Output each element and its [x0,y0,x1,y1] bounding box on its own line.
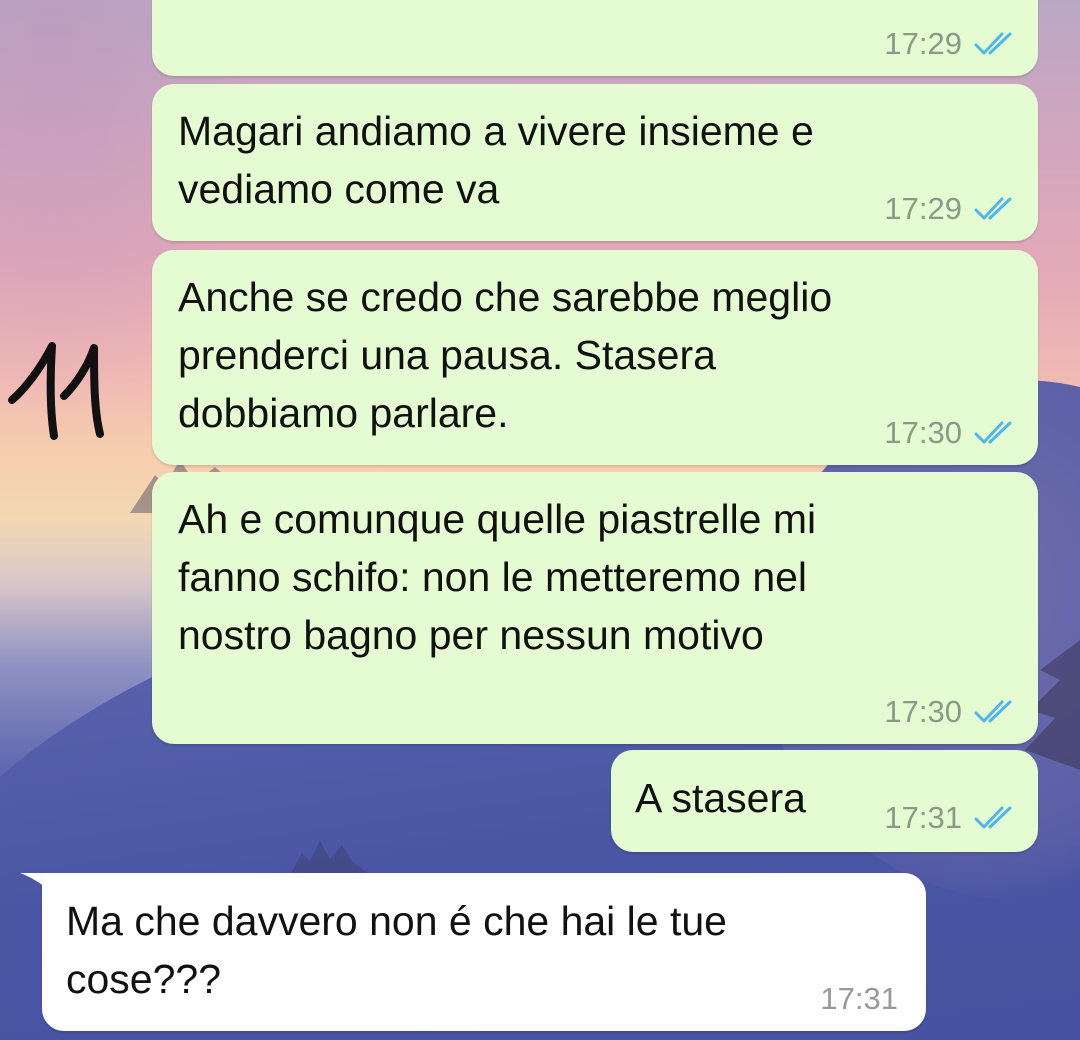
message-text-line: nostro bagno per nessun motivo [178,612,764,658]
message-meta: 17:30 [884,415,1016,451]
message-text-line: cose??? [66,956,222,1002]
message-time: 17:29 [884,26,962,61]
double-check-read-icon [974,197,1012,220]
message-bubble-outgoing[interactable]: A stasera 17:31 [611,750,1038,852]
message-bubble-outgoing[interactable]: Ah e comunque quelle piastrelle mi fanno… [152,472,1038,744]
message-meta: 17:31 [820,981,898,1017]
message-time: 17:31 [820,981,898,1016]
message-bubble-outgoing[interactable]: Magari andiamo a vivere insieme e vediam… [152,84,1038,241]
message-text-line: Ah e comunque quelle piastrelle mi [178,496,817,542]
message-text-line: dobbiamo parlare. [178,390,509,436]
message-text-line: vediamo come va [178,166,500,212]
message-text-line: Magari andiamo a vivere insieme e [178,108,814,154]
message-time: 17:30 [884,694,962,729]
message-text-line: A stasera [635,775,806,821]
double-check-read-icon [974,806,1012,829]
double-check-read-icon [974,700,1012,723]
message-meta: 17:31 [884,800,1016,836]
message-meta: 17:30 [884,694,1016,730]
message-text-line: fanno schifo: non le metteremo nel [178,554,808,600]
message-time: 17:31 [884,800,962,835]
message-time: 17:29 [884,191,962,226]
message-text-line: prenderci una pausa. Stasera [178,332,716,378]
message-bubble-outgoing[interactable]: Anche se credo che sarebbe meglio prende… [152,250,1038,465]
double-check-read-icon [974,421,1012,444]
message-time: 17:30 [884,415,962,450]
message-bubble-incoming[interactable]: Ma che davvero non é che hai le tue cose… [42,873,926,1031]
handwritten-annotation [8,342,104,440]
message-meta: 17:29 [884,191,1016,227]
wallpaper-bush [290,841,370,875]
message-text-line: Ma che davvero non é che hai le tue [66,898,727,944]
message-bubble-outgoing[interactable]: 17:29 [152,0,1038,76]
double-check-read-icon [974,32,1012,55]
message-text-line: Anche se credo che sarebbe meglio [178,274,833,320]
message-meta: 17:29 [884,26,1016,62]
